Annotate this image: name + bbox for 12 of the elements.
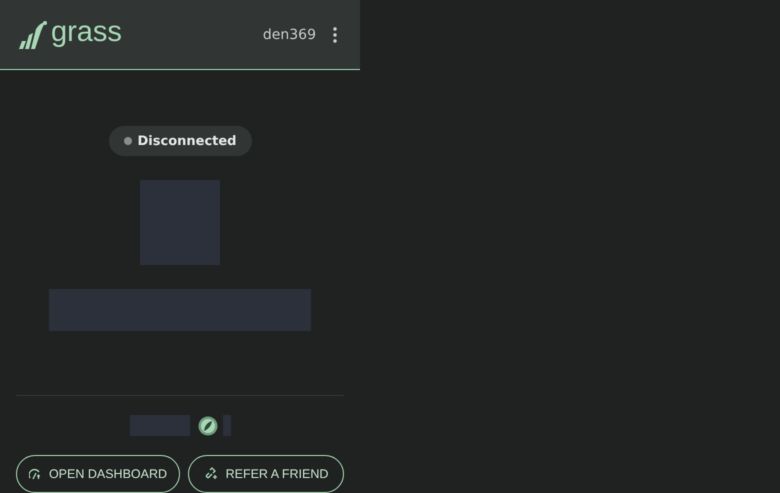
link-add-icon [204,467,218,481]
status-text: Disconnected [138,134,236,148]
dashboard-button[interactable]: OPEN DASHBOARD [16,455,180,493]
more-options-icon[interactable] [332,26,338,42]
loading-placeholder [222,415,230,436]
gauge-icon [28,468,41,480]
logo-text: grass [51,18,122,50]
refer-button[interactable]: REFER A FRIEND [188,455,344,493]
username: den369 [262,26,316,42]
loading-placeholder [130,415,190,436]
leaf-logo-icon [18,18,48,50]
coin-icon [198,416,218,436]
